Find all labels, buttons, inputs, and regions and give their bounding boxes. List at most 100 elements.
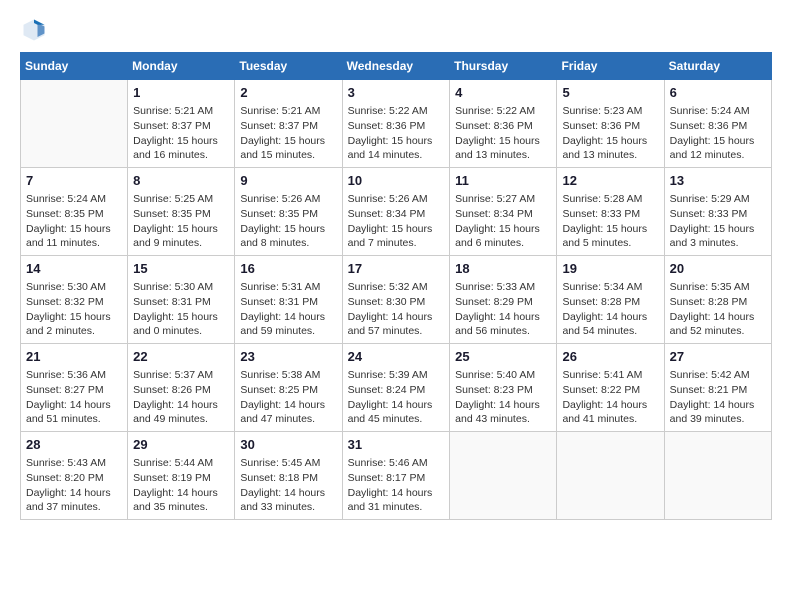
calendar-cell: 26 Sunrise: 5:41 AM Sunset: 8:22 PM Dayli… [557,344,664,432]
calendar-cell: 10 Sunrise: 5:26 AM Sunset: 8:34 PM Dayli… [342,168,450,256]
day-info: Sunrise: 5:23 AM Sunset: 8:36 PM Dayligh… [562,104,658,163]
day-info: Sunrise: 5:26 AM Sunset: 8:35 PM Dayligh… [240,192,336,251]
calendar-cell: 13 Sunrise: 5:29 AM Sunset: 8:33 PM Dayli… [664,168,771,256]
calendar-week-row: 1 Sunrise: 5:21 AM Sunset: 8:37 PM Daylig… [21,80,772,168]
calendar-cell: 28 Sunrise: 5:43 AM Sunset: 8:20 PM Dayli… [21,432,128,520]
day-info: Sunrise: 5:22 AM Sunset: 8:36 PM Dayligh… [348,104,445,163]
header-wednesday: Wednesday [342,53,450,80]
calendar-cell: 23 Sunrise: 5:38 AM Sunset: 8:25 PM Dayli… [235,344,342,432]
day-info: Sunrise: 5:45 AM Sunset: 8:18 PM Dayligh… [240,456,336,515]
day-number: 2 [240,84,336,102]
calendar-cell: 1 Sunrise: 5:21 AM Sunset: 8:37 PM Daylig… [128,80,235,168]
logo [20,16,52,44]
calendar-cell: 24Sunrise: 5:39 AM Sunset: 8:24 PM Dayli… [342,344,450,432]
day-number: 9 [240,172,336,190]
day-info: Sunrise: 5:33 AM Sunset: 8:29 PM Dayligh… [455,280,551,339]
day-number: 19 [562,260,658,278]
day-number: 30 [240,436,336,454]
day-number: 12 [562,172,658,190]
day-info: Sunrise: 5:38 AM Sunset: 8:25 PM Dayligh… [240,368,336,427]
calendar-cell: 19Sunrise: 5:34 AM Sunset: 8:28 PM Dayli… [557,256,664,344]
day-number: 29 [133,436,229,454]
calendar-cell: 25Sunrise: 5:40 AM Sunset: 8:23 PM Dayli… [450,344,557,432]
calendar-cell [21,80,128,168]
day-number: 16 [240,260,336,278]
header-sunday: Sunday [21,53,128,80]
day-info: Sunrise: 5:32 AM Sunset: 8:30 PM Dayligh… [348,280,445,339]
calendar-cell: 29Sunrise: 5:44 AM Sunset: 8:19 PM Dayli… [128,432,235,520]
calendar-cell: 5Sunrise: 5:23 AM Sunset: 8:36 PM Daylig… [557,80,664,168]
day-number: 23 [240,348,336,366]
day-number: 27 [670,348,766,366]
day-number: 15 [133,260,229,278]
day-info: Sunrise: 5:46 AM Sunset: 8:17 PM Dayligh… [348,456,445,515]
page-header [20,16,772,44]
day-info: Sunrise: 5:36 AM Sunset: 8:27 PM Dayligh… [26,368,122,427]
day-number: 28 [26,436,122,454]
calendar-cell: 17 Sunrise: 5:32 AM Sunset: 8:30 PM Dayli… [342,256,450,344]
calendar-cell: 4 Sunrise: 5:22 AM Sunset: 8:36 PM Daylig… [450,80,557,168]
day-info: Sunrise: 5:26 AM Sunset: 8:34 PM Dayligh… [348,192,445,251]
day-number: 26 [562,348,658,366]
day-number: 14 [26,260,122,278]
calendar-cell: 16 Sunrise: 5:31 AM Sunset: 8:31 PM Dayli… [235,256,342,344]
day-number: 20 [670,260,766,278]
day-info: Sunrise: 5:21 AM Sunset: 8:37 PM Dayligh… [133,104,229,163]
calendar-cell: 7 Sunrise: 5:24 AM Sunset: 8:35 PM Daylig… [21,168,128,256]
header-tuesday: Tuesday [235,53,342,80]
calendar-cell: 2 Sunrise: 5:21 AM Sunset: 8:37 PM Daylig… [235,80,342,168]
day-number: 13 [670,172,766,190]
day-number: 22 [133,348,229,366]
day-info: Sunrise: 5:31 AM Sunset: 8:31 PM Dayligh… [240,280,336,339]
day-number: 10 [348,172,445,190]
day-info: Sunrise: 5:21 AM Sunset: 8:37 PM Dayligh… [240,104,336,163]
day-info: Sunrise: 5:40 AM Sunset: 8:23 PM Dayligh… [455,368,551,427]
calendar-cell: 6 Sunrise: 5:24 AM Sunset: 8:36 PM Daylig… [664,80,771,168]
header-saturday: Saturday [664,53,771,80]
day-number: 24 [348,348,445,366]
day-number: 3 [348,84,445,102]
day-info: Sunrise: 5:29 AM Sunset: 8:33 PM Dayligh… [670,192,766,251]
day-number: 18 [455,260,551,278]
day-info: Sunrise: 5:22 AM Sunset: 8:36 PM Dayligh… [455,104,551,163]
day-info: Sunrise: 5:27 AM Sunset: 8:34 PM Dayligh… [455,192,551,251]
header-friday: Friday [557,53,664,80]
calendar-header-row: SundayMondayTuesdayWednesdayThursdayFrid… [21,53,772,80]
calendar-cell [664,432,771,520]
calendar-week-row: 14Sunrise: 5:30 AM Sunset: 8:32 PM Dayli… [21,256,772,344]
calendar-cell: 21 Sunrise: 5:36 AM Sunset: 8:27 PM Dayli… [21,344,128,432]
calendar-week-row: 21 Sunrise: 5:36 AM Sunset: 8:27 PM Dayli… [21,344,772,432]
calendar-cell: 27Sunrise: 5:42 AM Sunset: 8:21 PM Dayli… [664,344,771,432]
calendar-cell: 11 Sunrise: 5:27 AM Sunset: 8:34 PM Dayli… [450,168,557,256]
day-number: 8 [133,172,229,190]
calendar-week-row: 28 Sunrise: 5:43 AM Sunset: 8:20 PM Dayli… [21,432,772,520]
day-info: Sunrise: 5:24 AM Sunset: 8:36 PM Dayligh… [670,104,766,163]
day-info: Sunrise: 5:37 AM Sunset: 8:26 PM Dayligh… [133,368,229,427]
calendar-cell: 20 Sunrise: 5:35 AM Sunset: 8:28 PM Dayli… [664,256,771,344]
calendar-cell [450,432,557,520]
calendar-cell: 18 Sunrise: 5:33 AM Sunset: 8:29 PM Dayli… [450,256,557,344]
day-number: 1 [133,84,229,102]
day-number: 11 [455,172,551,190]
day-info: Sunrise: 5:41 AM Sunset: 8:22 PM Dayligh… [562,368,658,427]
calendar-week-row: 7 Sunrise: 5:24 AM Sunset: 8:35 PM Daylig… [21,168,772,256]
logo-icon [20,16,48,44]
calendar-cell: 30 Sunrise: 5:45 AM Sunset: 8:18 PM Dayli… [235,432,342,520]
calendar-cell: 31 Sunrise: 5:46 AM Sunset: 8:17 PM Dayli… [342,432,450,520]
calendar-cell: 8Sunrise: 5:25 AM Sunset: 8:35 PM Daylig… [128,168,235,256]
calendar-table: SundayMondayTuesdayWednesdayThursdayFrid… [20,52,772,520]
calendar-cell: 9 Sunrise: 5:26 AM Sunset: 8:35 PM Daylig… [235,168,342,256]
day-number: 4 [455,84,551,102]
calendar-cell [557,432,664,520]
day-info: Sunrise: 5:43 AM Sunset: 8:20 PM Dayligh… [26,456,122,515]
day-number: 7 [26,172,122,190]
calendar-cell: 14Sunrise: 5:30 AM Sunset: 8:32 PM Dayli… [21,256,128,344]
day-info: Sunrise: 5:24 AM Sunset: 8:35 PM Dayligh… [26,192,122,251]
day-number: 17 [348,260,445,278]
day-info: Sunrise: 5:30 AM Sunset: 8:31 PM Dayligh… [133,280,229,339]
day-number: 31 [348,436,445,454]
day-info: Sunrise: 5:35 AM Sunset: 8:28 PM Dayligh… [670,280,766,339]
header-thursday: Thursday [450,53,557,80]
day-number: 21 [26,348,122,366]
day-number: 6 [670,84,766,102]
